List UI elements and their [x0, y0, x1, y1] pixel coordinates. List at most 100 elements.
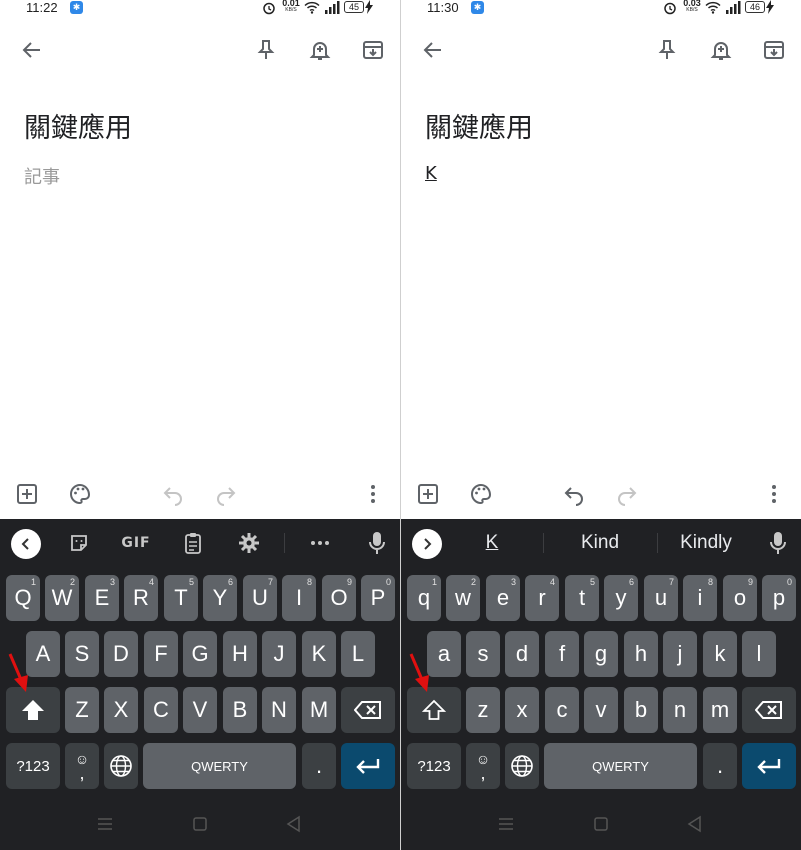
key[interactable]: r4: [525, 575, 559, 621]
key[interactable]: d: [505, 631, 539, 677]
pin-icon[interactable]: [655, 38, 679, 62]
note-body[interactable]: K: [425, 163, 437, 184]
back-arrow-icon[interactable]: [421, 38, 445, 62]
key[interactable]: H: [223, 631, 257, 677]
symbols-key[interactable]: ?123: [6, 743, 60, 789]
suggestion-current[interactable]: K: [459, 519, 525, 567]
reminder-bell-icon[interactable]: [709, 38, 733, 62]
key[interactable]: F: [144, 631, 178, 677]
more-horiz-icon[interactable]: [306, 519, 334, 567]
sticker-icon[interactable]: [66, 519, 92, 567]
enter-key[interactable]: [742, 743, 796, 789]
key[interactable]: i8: [683, 575, 717, 621]
key[interactable]: p0: [762, 575, 796, 621]
language-key[interactable]: [505, 743, 539, 789]
key[interactable]: B: [223, 687, 257, 733]
key[interactable]: Q1: [6, 575, 40, 621]
key[interactable]: U7: [243, 575, 277, 621]
period-key[interactable]: .: [302, 743, 336, 789]
key[interactable]: z: [466, 687, 500, 733]
key[interactable]: R4: [124, 575, 158, 621]
note-title[interactable]: 關鍵應用: [24, 106, 132, 145]
key[interactable]: O9: [322, 575, 356, 621]
key[interactable]: N: [262, 687, 296, 733]
key[interactable]: J: [262, 631, 296, 677]
backspace-key[interactable]: [341, 687, 395, 733]
key[interactable]: D: [104, 631, 138, 677]
archive-icon[interactable]: [361, 38, 385, 62]
pin-icon[interactable]: [254, 38, 278, 62]
symbols-key[interactable]: ?123: [407, 743, 461, 789]
key[interactable]: L: [341, 631, 375, 677]
key[interactable]: M: [302, 687, 336, 733]
gif-icon[interactable]: GIF: [118, 519, 154, 567]
key[interactable]: G: [183, 631, 217, 677]
chevron-right-icon[interactable]: [412, 529, 442, 559]
nav-menu-icon[interactable]: [96, 815, 114, 833]
key[interactable]: m: [703, 687, 737, 733]
key[interactable]: b: [624, 687, 658, 733]
key[interactable]: n: [663, 687, 697, 733]
suggestion-item[interactable]: Kindly: [663, 519, 749, 567]
comma-key[interactable]: ☺ ,: [65, 743, 99, 789]
key[interactable]: X: [104, 687, 138, 733]
mic-icon[interactable]: [366, 519, 388, 567]
language-key[interactable]: [104, 743, 138, 789]
key[interactable]: s: [466, 631, 500, 677]
key[interactable]: K: [302, 631, 336, 677]
key[interactable]: E3: [85, 575, 119, 621]
note-body-placeholder[interactable]: 記事: [24, 163, 60, 189]
note-title[interactable]: 關鍵應用: [425, 106, 533, 145]
undo-icon[interactable]: [562, 482, 586, 506]
key[interactable]: Z: [65, 687, 99, 733]
key[interactable]: P0: [361, 575, 395, 621]
nav-home-icon[interactable]: [191, 815, 209, 833]
key[interactable]: I8: [282, 575, 316, 621]
nav-menu-icon[interactable]: [497, 815, 515, 833]
mic-icon[interactable]: [767, 519, 789, 567]
gear-icon[interactable]: [236, 519, 262, 567]
nav-home-icon[interactable]: [592, 815, 610, 833]
comma-key[interactable]: ☺ ,: [466, 743, 500, 789]
key[interactable]: x: [505, 687, 539, 733]
nav-back-icon[interactable]: [686, 815, 704, 833]
key[interactable]: C: [144, 687, 178, 733]
archive-icon[interactable]: [762, 38, 786, 62]
key[interactable]: V: [183, 687, 217, 733]
more-vert-icon[interactable]: [361, 482, 385, 506]
key[interactable]: e3: [486, 575, 520, 621]
period-key[interactable]: .: [703, 743, 737, 789]
clipboard-icon[interactable]: [180, 519, 206, 567]
key[interactable]: c: [545, 687, 579, 733]
key[interactable]: y6: [604, 575, 638, 621]
chevron-left-icon[interactable]: [11, 529, 41, 559]
space-key[interactable]: QWERTY: [143, 743, 296, 789]
back-arrow-icon[interactable]: [20, 38, 44, 62]
key[interactable]: j: [663, 631, 697, 677]
key[interactable]: v: [584, 687, 618, 733]
key[interactable]: Y6: [203, 575, 237, 621]
key[interactable]: k: [703, 631, 737, 677]
key[interactable]: f: [545, 631, 579, 677]
backspace-key[interactable]: [742, 687, 796, 733]
reminder-bell-icon[interactable]: [308, 38, 332, 62]
add-box-icon[interactable]: [15, 482, 39, 506]
key[interactable]: u7: [644, 575, 678, 621]
palette-icon[interactable]: [469, 482, 493, 506]
key[interactable]: o9: [723, 575, 757, 621]
add-box-icon[interactable]: [416, 482, 440, 506]
key[interactable]: T5: [164, 575, 198, 621]
key[interactable]: g: [584, 631, 618, 677]
space-key[interactable]: QWERTY: [544, 743, 697, 789]
palette-icon[interactable]: [68, 482, 92, 506]
key[interactable]: w2: [446, 575, 480, 621]
key[interactable]: q1: [407, 575, 441, 621]
key[interactable]: W2: [45, 575, 79, 621]
nav-back-icon[interactable]: [285, 815, 303, 833]
key[interactable]: l: [742, 631, 776, 677]
key[interactable]: t5: [565, 575, 599, 621]
more-vert-icon[interactable]: [762, 482, 786, 506]
enter-key[interactable]: [341, 743, 395, 789]
key[interactable]: S: [65, 631, 99, 677]
key[interactable]: h: [624, 631, 658, 677]
